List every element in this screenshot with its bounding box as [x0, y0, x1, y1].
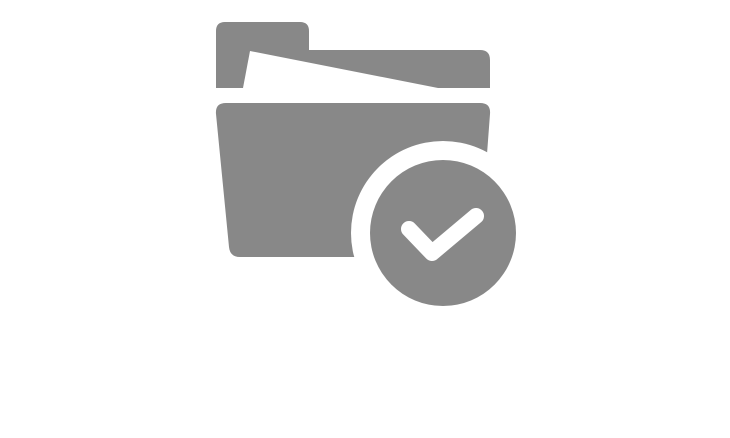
empty-state [0, 0, 730, 438]
check-badge-circle [370, 160, 516, 306]
check-badge-icon [351, 141, 535, 325]
folder-check-icon [215, 22, 535, 325]
